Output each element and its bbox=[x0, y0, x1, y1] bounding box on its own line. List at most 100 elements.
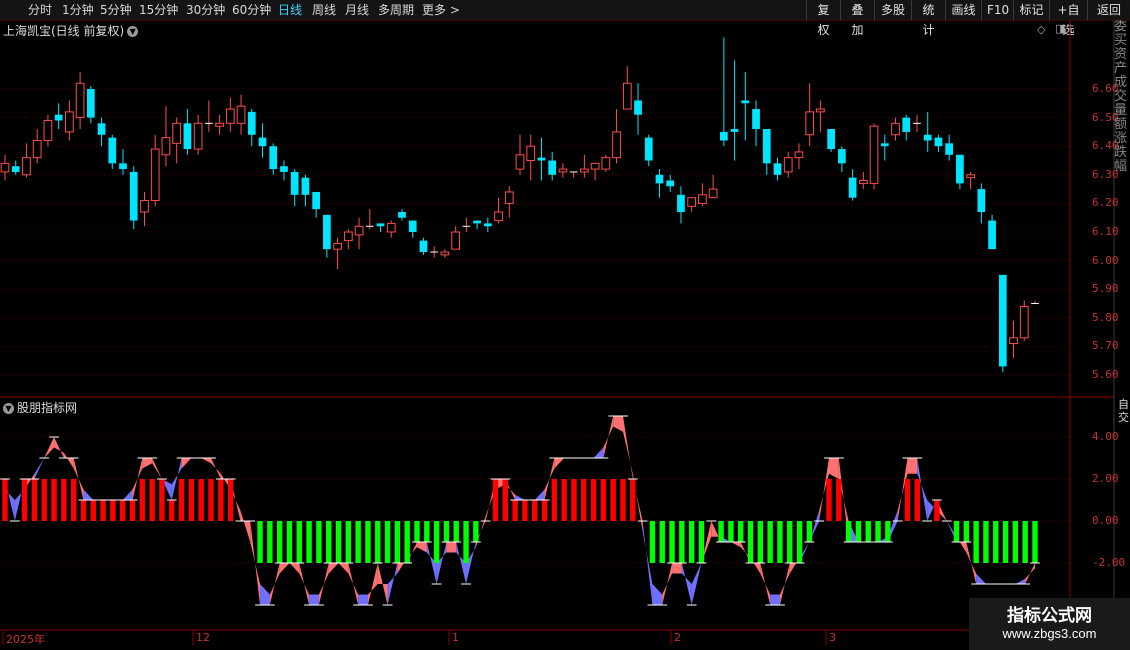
indicator-bar-negative bbox=[306, 521, 312, 563]
indicator-bar-positive bbox=[227, 479, 234, 521]
candle-body bbox=[708, 188, 718, 199]
indicator-bar-positive bbox=[21, 479, 28, 521]
indicator-bar-positive bbox=[149, 479, 155, 521]
indicator-bar-negative bbox=[649, 521, 656, 563]
candle-body bbox=[655, 174, 664, 184]
indicator-bar-negative bbox=[394, 521, 401, 563]
window-toggle-icon[interactable]: ◨ bbox=[1055, 22, 1065, 35]
indicator-band bbox=[613, 416, 623, 432]
candle-body bbox=[108, 137, 117, 164]
candle-body bbox=[526, 145, 536, 161]
watermark-url: www.zbgs3.com bbox=[1002, 626, 1097, 641]
candle-body bbox=[1019, 305, 1029, 339]
candle-body bbox=[11, 166, 20, 172]
indicator-bar-negative bbox=[473, 521, 479, 542]
indicator-band bbox=[142, 458, 153, 469]
candle-body bbox=[634, 100, 642, 115]
indicator-bar-positive bbox=[129, 500, 136, 521]
candle-body bbox=[548, 160, 557, 175]
candle-body bbox=[75, 82, 85, 119]
candle-body bbox=[32, 139, 42, 159]
chevron-down-icon[interactable]: ▼ bbox=[127, 26, 139, 37]
candle-body bbox=[977, 189, 986, 212]
price-panel-title: 上海凯宝(日线 前复权) ▼ bbox=[3, 22, 139, 39]
indicator-band bbox=[44, 437, 55, 458]
indicator-bar-positive bbox=[41, 479, 47, 521]
candle-body bbox=[773, 163, 782, 175]
candle-body bbox=[838, 149, 846, 164]
candle-body bbox=[988, 220, 996, 250]
indicator-bar-negative bbox=[963, 521, 970, 542]
indicator-band bbox=[260, 584, 270, 605]
indicator-bar-positive bbox=[70, 479, 77, 521]
candle-body bbox=[719, 131, 728, 141]
candle-body bbox=[622, 82, 632, 110]
indicator-bar-negative bbox=[424, 521, 430, 542]
candle-body bbox=[902, 117, 911, 132]
candle-body bbox=[966, 174, 975, 179]
candle-body bbox=[504, 191, 514, 204]
indicator-bar-negative bbox=[453, 521, 459, 542]
indicator-bar-negative bbox=[845, 521, 852, 542]
indicator-bar-negative bbox=[345, 521, 352, 563]
candle-body bbox=[923, 134, 932, 141]
candle-body bbox=[129, 171, 138, 221]
candle-body bbox=[301, 177, 310, 195]
indicator-bar-positive bbox=[169, 500, 175, 521]
indicator-band bbox=[63, 452, 74, 469]
diamond-icon[interactable]: ◇ bbox=[1037, 23, 1045, 36]
indicator-bar-positive bbox=[532, 500, 538, 521]
candle-body bbox=[858, 180, 868, 184]
indicator-bar-positive bbox=[590, 479, 597, 521]
indicator-bar-negative bbox=[885, 521, 891, 542]
indicator-band bbox=[672, 563, 682, 574]
indicator-bar-positive bbox=[934, 500, 940, 521]
candle-body bbox=[440, 251, 450, 256]
indicator-bar-negative bbox=[669, 521, 675, 563]
indicator-bar-positive bbox=[218, 479, 224, 521]
candle-body bbox=[140, 200, 149, 213]
indicator-band bbox=[652, 584, 663, 605]
indicator-bar-positive bbox=[198, 479, 204, 521]
candle-body bbox=[247, 111, 256, 135]
candle-body bbox=[762, 129, 771, 164]
indicator-band bbox=[534, 489, 545, 500]
candle-body bbox=[150, 148, 160, 202]
indicator-bar-negative bbox=[355, 521, 361, 563]
candle-body bbox=[333, 242, 342, 250]
indicator-bar-negative bbox=[326, 521, 332, 563]
candle-body bbox=[161, 137, 171, 156]
indicator-band bbox=[1015, 578, 1026, 584]
indicator-band bbox=[299, 563, 310, 605]
indicator-bar-negative bbox=[688, 521, 695, 563]
candle-body bbox=[258, 137, 267, 147]
candle-body bbox=[687, 197, 697, 207]
right-strip-lower: 自交 bbox=[1118, 398, 1130, 424]
candle-body bbox=[225, 108, 235, 124]
indicator-bar-negative bbox=[443, 521, 450, 542]
indicator-bar-negative bbox=[973, 521, 979, 563]
candle-body bbox=[343, 231, 353, 242]
indicator-band bbox=[34, 458, 45, 479]
indicator-band bbox=[181, 458, 192, 469]
candle-body bbox=[741, 100, 750, 104]
chevron-down-icon[interactable]: ▼ bbox=[3, 403, 14, 414]
indicator-bar-positive bbox=[904, 479, 911, 521]
indicator-bar-positive bbox=[51, 479, 57, 521]
indicator-band bbox=[318, 563, 329, 605]
indicator-y-tick: 2.00 bbox=[1092, 472, 1119, 485]
indicator-bar-positive bbox=[512, 500, 518, 521]
candle-body bbox=[451, 231, 460, 250]
indicator-bar-negative bbox=[738, 521, 744, 542]
indicator-bar-negative bbox=[276, 521, 283, 563]
indicator-bar-negative bbox=[767, 521, 773, 563]
x-tick-label: 12 bbox=[196, 631, 210, 644]
candle-body bbox=[783, 157, 793, 173]
indicator-bar-negative bbox=[414, 521, 420, 542]
indicator-bar-negative bbox=[433, 521, 440, 563]
candle-body bbox=[805, 111, 815, 136]
indicator-band bbox=[515, 494, 525, 500]
indicator-bar-positive bbox=[914, 479, 920, 521]
indicator-band bbox=[446, 542, 457, 553]
indicator-bar-negative bbox=[865, 521, 871, 542]
